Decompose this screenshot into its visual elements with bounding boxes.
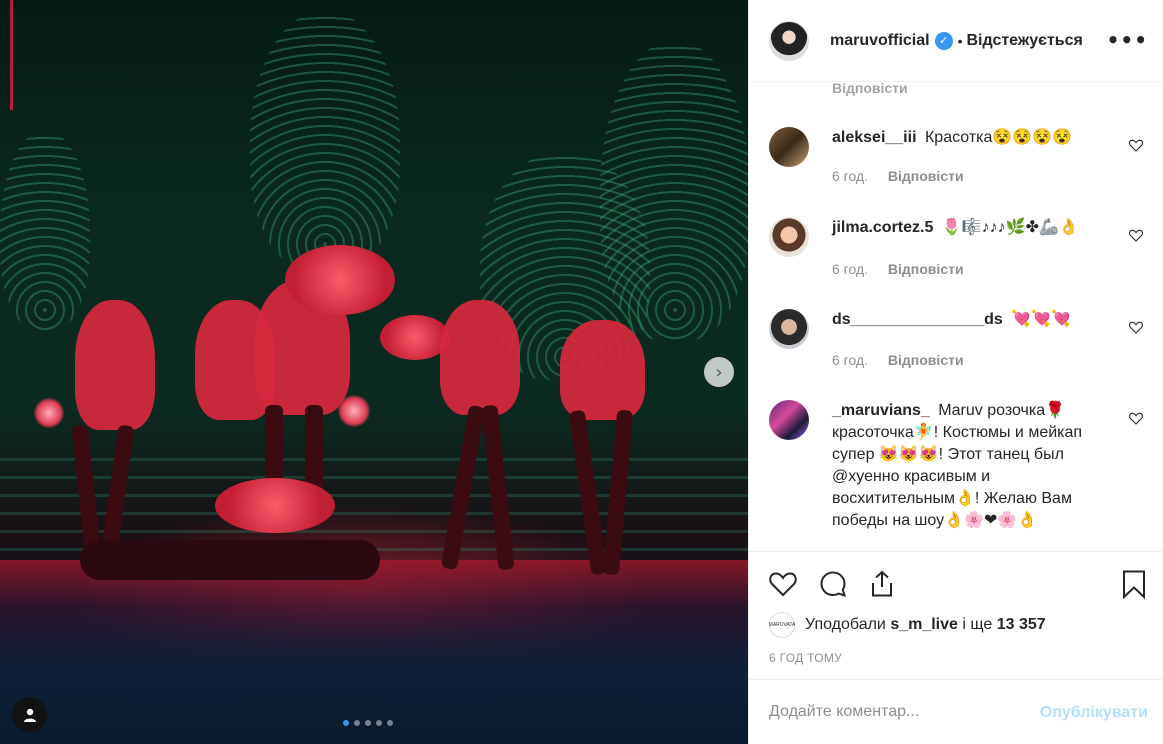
post-author-username[interactable]: maruvofficial [830,32,930,50]
carousel-dot [354,720,360,726]
likes-count[interactable]: 13 357 [997,616,1046,634]
comment-text: 💘💘💘 [1011,311,1072,328]
reply-link[interactable]: Відповісти [832,82,908,96]
heart-outline-icon[interactable] [1128,319,1144,335]
comment-meta: 6 год. Відповісти [832,168,964,184]
reply-link[interactable]: Відповісти [888,352,964,368]
carousel-dot [365,720,371,726]
liker-username[interactable]: s_m_live [890,616,958,634]
post-photo[interactable]: › [0,0,748,744]
comment-author[interactable]: _maruvians_ [832,402,930,419]
add-comment-bar: Опублікувати [749,679,1163,744]
comment-body: aleksei__iii Красотка😵😵😵😵 [832,127,1102,149]
post-time-ago[interactable]: 6 ГОД ТОМУ [769,651,842,665]
comment-author[interactable]: aleksei__iii [832,129,917,146]
carousel-dot [387,720,393,726]
backdrop-leaf [0,130,90,330]
comments-list[interactable]: Відповісти aleksei__iii Красотка😵😵😵😵 6 г… [749,82,1163,550]
avatar[interactable] [769,217,809,257]
likes-prefix: Уподобали [805,616,886,633]
header-separator: • [957,32,963,49]
post-side-panel: maruvofficial ✓ • Відстежується ••• Відп… [748,0,1163,744]
comment-time[interactable]: 6 год. [832,261,868,277]
heart-outline-icon[interactable] [767,568,799,600]
carousel-next-button[interactable]: › [704,357,734,387]
verified-badge-icon: ✓ [934,31,953,50]
comment-body: _maruvians_ Maruv розочка🌹 красоточка🧚! … [832,400,1102,532]
more-horizontal-icon[interactable]: ••• [1107,28,1148,52]
chevron-right-icon: › [715,361,723,383]
lying-dancer [80,540,380,580]
costume-ruffle [215,478,335,533]
heart-outline-icon[interactable] [1128,227,1144,243]
comment-bubble-icon[interactable] [817,568,849,600]
dancer-figure [440,300,520,415]
comment-author[interactable]: ds_______________ds [832,311,1003,328]
likes-summary: MARUVATA Уподобали s_m_live і ще 13 357 [769,612,1046,638]
stage-light-beam [10,0,13,110]
follow-status-button[interactable]: Відстежується [967,32,1083,50]
heart-outline-icon[interactable] [1128,410,1144,426]
heart-outline-icon[interactable] [1128,137,1144,153]
backdrop-leaf [600,40,748,340]
comment-input[interactable] [769,703,1029,721]
comment-body: jilma.cortez.5 🌷🎼♪♪♪🌿✤🦾👌 [832,217,1102,239]
carousel-dot [343,720,349,726]
avatar[interactable] [769,127,809,167]
avatar[interactable] [769,400,809,440]
reply-link[interactable]: Відповісти [888,261,964,277]
costume-ruffle [285,245,395,315]
comment-body: ds_______________ds 💘💘💘 [832,309,1102,331]
comment-time[interactable]: 6 год. [832,352,868,368]
comment-text: Maruv розочка🌹 красоточка🧚! Костюмы и ме… [832,402,1083,529]
comment-time[interactable]: 6 год. [832,168,868,184]
post-header: maruvofficial ✓ • Відстежується ••• [749,0,1163,82]
dancer-figure [560,320,645,420]
comment-meta: 6 год. Відповісти [832,352,964,368]
carousel-indicator [343,720,393,726]
bookmark-icon[interactable] [1118,568,1150,600]
tagged-users-button[interactable] [12,697,47,732]
reply-link[interactable]: Відповісти [888,168,964,184]
comment-text: 🌷🎼♪♪♪🌿✤🦾👌 [941,219,1079,236]
stage-spotlight [34,398,64,428]
publish-button[interactable]: Опублікувати [1040,704,1148,722]
carousel-dot [376,720,382,726]
avatar[interactable] [769,20,809,61]
dancer-figure [75,300,155,430]
backdrop-leaf [250,10,400,270]
comment-text: Красотка😵😵😵😵 [924,129,1073,146]
likes-middle: і ще [962,616,993,633]
stage-floor [0,560,748,744]
comment-meta: 6 год. Відповісти [832,261,964,277]
avatar[interactable] [769,309,809,349]
user-icon [23,708,36,722]
post-actions: MARUVATA Уподобали s_m_live і ще 13 357 … [749,551,1163,665]
comment-author[interactable]: jilma.cortez.5 [832,219,933,236]
share-icon[interactable] [866,568,898,600]
avatar[interactable]: MARUVATA [769,612,795,638]
